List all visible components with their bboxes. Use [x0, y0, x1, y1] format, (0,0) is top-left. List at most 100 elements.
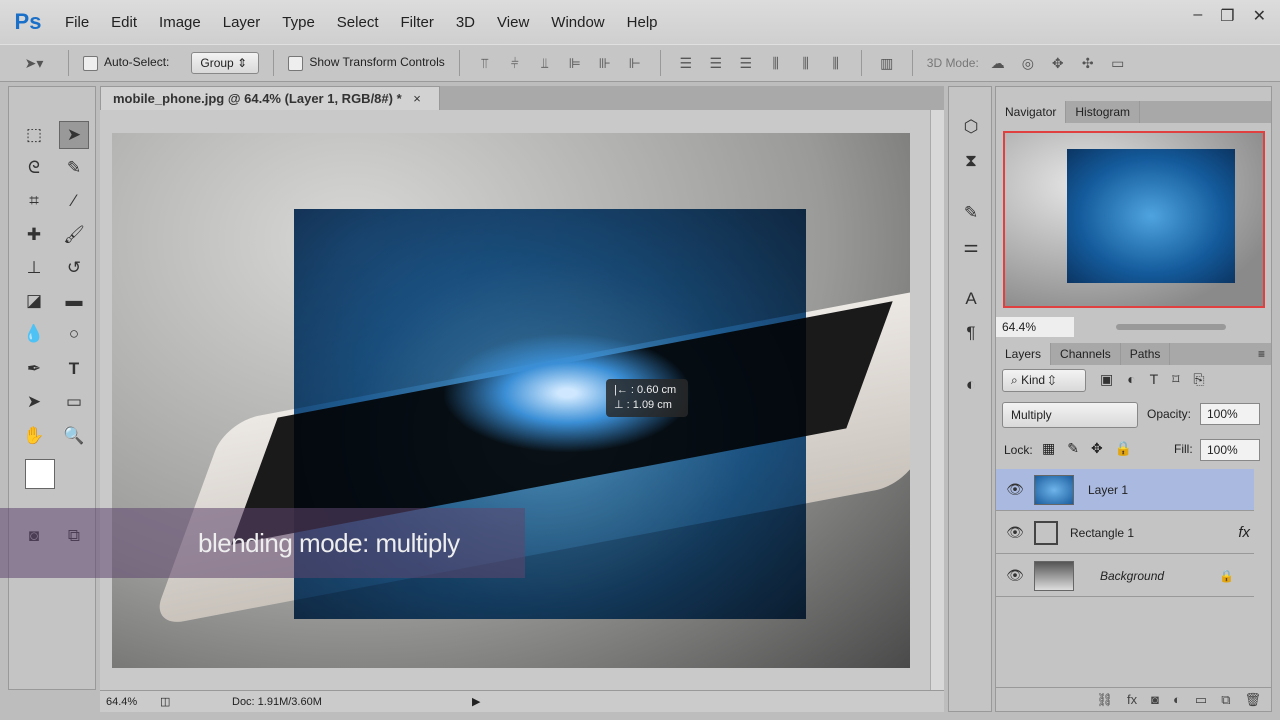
history-brush-icon[interactable]: ↺ — [59, 254, 89, 282]
visibility-eye-icon[interactable]: 👁 — [996, 524, 1034, 541]
visibility-eye-icon[interactable]: 👁 — [996, 481, 1034, 498]
add-mask-icon[interactable]: ◙ — [1151, 692, 1159, 707]
tab-layers[interactable]: Layers — [996, 343, 1052, 365]
status-menu-arrow-icon[interactable]: ▶ — [472, 695, 480, 708]
marquee-tool-icon[interactable]: ⬚ — [19, 121, 49, 149]
align-vcenter-icon[interactable]: ⫩ — [504, 55, 526, 72]
maximize-button[interactable]: ❐ — [1220, 6, 1234, 26]
layer-row-rectangle-1[interactable]: 👁 Rectangle 1 fx — [996, 512, 1254, 554]
navigator-preview[interactable] — [1003, 131, 1265, 308]
new-group-icon[interactable]: ▭ — [1195, 692, 1207, 707]
menu-select[interactable]: Select — [326, 14, 390, 31]
align-right-icon[interactable]: ⊩ — [624, 55, 646, 72]
close-button[interactable]: ✕ — [1253, 6, 1266, 26]
filter-icons[interactable]: ▣◐T⌑⎘ — [1100, 371, 1219, 388]
tab-paths[interactable]: Paths — [1121, 343, 1171, 365]
history-panel-icon[interactable]: ⧗ — [959, 151, 983, 171]
menu-3d[interactable]: 3D — [445, 14, 486, 31]
3d-panel-icon[interactable]: ⬡ — [959, 117, 983, 137]
3d-rotate-icon[interactable]: ☁ — [987, 55, 1009, 72]
document-canvas[interactable] — [112, 133, 910, 668]
3d-slide-icon[interactable]: ✣ — [1077, 55, 1099, 72]
menu-help[interactable]: Help — [616, 14, 669, 31]
eraser-tool-icon[interactable]: ◪ — [19, 287, 49, 315]
lasso-tool-icon[interactable]: ᘓ — [19, 154, 49, 182]
auto-select-dropdown[interactable]: Group ⇕ — [191, 52, 260, 74]
delete-layer-icon[interactable]: 🗑 — [1244, 692, 1261, 707]
layer-row-layer-1[interactable]: 👁 Layer 1 — [996, 469, 1254, 511]
add-style-icon[interactable]: fx — [1127, 692, 1137, 707]
minimize-button[interactable]: – — [1193, 6, 1202, 26]
fill-field[interactable]: 100% — [1200, 439, 1260, 461]
3d-pan-icon[interactable]: ✥ — [1047, 55, 1069, 72]
distribute-left-icon[interactable]: ⫼ — [765, 55, 787, 72]
zoom-tool-icon[interactable]: 🔍 — [59, 422, 89, 450]
filter-kind-dropdown[interactable]: ⌕ Kind ⇕ — [1002, 369, 1086, 392]
zoom-level[interactable]: 64.4% — [100, 696, 160, 708]
brush-panel-icon[interactable]: ✎ — [959, 203, 983, 223]
navigator-zoom-slider[interactable] — [1116, 324, 1226, 330]
adjust-panel-icon[interactable]: ⚌ — [959, 237, 983, 257]
distribute-vcenter-icon[interactable]: ☰ — [705, 55, 727, 72]
auto-select-checkbox[interactable]: Auto-Select: — [83, 55, 169, 71]
menu-view[interactable]: View — [486, 14, 540, 31]
fx-icon[interactable]: fx — [1238, 524, 1254, 541]
vertical-scrollbar[interactable] — [930, 110, 944, 690]
layer-name[interactable]: Layer 1 — [1088, 483, 1128, 497]
align-left-icon[interactable]: ⊫ — [564, 55, 586, 72]
3d-scale-icon[interactable]: ▭ — [1107, 55, 1129, 72]
menu-window[interactable]: Window — [540, 14, 615, 31]
align-top-icon[interactable]: ⫪ — [474, 55, 496, 72]
blend-mode-dropdown[interactable]: Multiply — [1002, 402, 1138, 428]
menu-type[interactable]: Type — [271, 14, 326, 31]
status-icon[interactable]: ◫ — [160, 695, 184, 708]
hand-tool-icon[interactable]: ✋ — [19, 422, 49, 450]
paragraph-panel-icon[interactable]: ¶ — [959, 323, 983, 343]
tab-channels[interactable]: Channels — [1051, 343, 1121, 365]
distribute-top-icon[interactable]: ☰ — [675, 55, 697, 72]
visibility-eye-icon[interactable]: 👁 — [996, 567, 1034, 584]
dodge-tool-icon[interactable]: ○ — [59, 320, 89, 348]
clone-stamp-icon[interactable]: ⊥ — [19, 254, 49, 282]
align-bottom-icon[interactable]: ⫫ — [534, 55, 556, 72]
distribute-hcenter-icon[interactable]: ⫼ — [795, 55, 817, 72]
path-select-icon[interactable]: ➤ — [19, 388, 49, 416]
menu-filter[interactable]: Filter — [390, 14, 445, 31]
3d-roll-icon[interactable]: ◎ — [1017, 55, 1039, 72]
rectangle-tool-icon[interactable]: ▭ — [59, 388, 89, 416]
distribute-right-icon[interactable]: ⫼ — [825, 55, 847, 72]
lock-icons[interactable]: ▦✎✥🔒 — [1042, 440, 1144, 457]
menu-layer[interactable]: Layer — [212, 14, 272, 31]
tab-navigator[interactable]: Navigator — [996, 101, 1067, 123]
layer-row-background[interactable]: 👁 Background 🔒 — [996, 555, 1254, 597]
adjustments-icon[interactable]: ◐ — [959, 375, 983, 395]
healing-brush-icon[interactable]: ✚ — [19, 221, 49, 249]
show-transform-checkbox[interactable]: Show Transform Controls — [288, 55, 445, 71]
new-adjustment-icon[interactable]: ◐ — [1173, 692, 1181, 707]
tab-histogram[interactable]: Histogram — [1066, 101, 1141, 123]
blur-tool-icon[interactable]: 💧 — [19, 320, 49, 348]
move-tool-icon[interactable]: ➤ — [59, 121, 89, 149]
navigator-zoom-field[interactable]: 64.4% — [996, 317, 1074, 337]
menu-file[interactable]: File — [54, 14, 100, 31]
type-tool-icon[interactable]: T — [59, 355, 89, 383]
move-tool-preset-icon[interactable]: ➤▾ — [14, 55, 54, 72]
eyedropper-tool-icon[interactable]: ⁄ — [59, 187, 89, 215]
character-panel-icon[interactable]: A — [959, 289, 983, 309]
crop-tool-icon[interactable]: ⌗ — [19, 187, 49, 215]
pen-tool-icon[interactable]: ✒ — [19, 355, 49, 383]
align-hcenter-icon[interactable]: ⊪ — [594, 55, 616, 72]
link-layers-icon[interactable]: ⛓ — [1097, 692, 1114, 707]
layer-name[interactable]: Background — [1100, 569, 1164, 583]
brush-tool-icon[interactable]: 🖌 — [59, 221, 89, 249]
close-document-icon[interactable]: × — [413, 91, 421, 106]
panel-menu-icon[interactable]: ≡ — [1252, 343, 1271, 365]
menu-image[interactable]: Image — [148, 14, 212, 31]
new-layer-icon[interactable]: ⧉ — [1221, 692, 1230, 707]
document-tab[interactable]: mobile_phone.jpg @ 64.4% (Layer 1, RGB/8… — [100, 86, 440, 110]
quick-select-tool-icon[interactable]: ✎ — [59, 154, 89, 182]
gradient-tool-icon[interactable]: ▬ — [59, 287, 89, 315]
foreground-color-swatch[interactable] — [25, 459, 55, 489]
distribute-bottom-icon[interactable]: ☰ — [735, 55, 757, 72]
auto-align-icon[interactable]: ▥ — [876, 55, 898, 72]
